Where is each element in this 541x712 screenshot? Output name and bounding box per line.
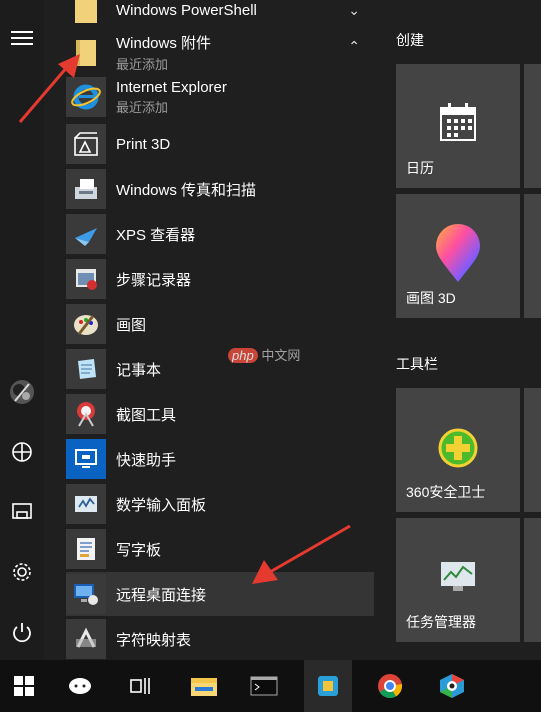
remote-desktop-icon	[66, 574, 106, 614]
app-remote-desktop-connection[interactable]: 远程桌面连接	[66, 572, 374, 616]
browser-icon[interactable]	[428, 660, 476, 712]
chrome-icon[interactable]	[366, 660, 414, 712]
app-notepad[interactable]: 记事本	[66, 347, 374, 391]
quick-assist-icon	[66, 439, 106, 479]
start-icon[interactable]	[0, 660, 48, 712]
folder-icon	[66, 0, 106, 30]
tile-partial[interactable]	[524, 518, 541, 642]
tile-label: 日历	[406, 160, 434, 176]
app-windows-accessories-folder[interactable]: Windows 附件 最近添加 ⌃	[66, 30, 374, 74]
app-internet-explorer[interactable]: Internet Explorer 最近添加	[66, 75, 374, 119]
snipping-tool-icon	[66, 394, 106, 434]
app-snipping-tool[interactable]: 截图工具	[66, 392, 374, 436]
tile-label: 任务管理器	[406, 614, 476, 630]
fax-icon	[66, 169, 106, 209]
tile-label: 画图 3D	[406, 290, 456, 306]
tile-360-safe[interactable]: 360安全卫士	[396, 388, 520, 512]
app-name: 远程桌面连接	[116, 586, 207, 604]
paint-3d-icon	[436, 224, 480, 282]
tile-label: 360安全卫士	[406, 484, 486, 500]
tile-partial[interactable]	[524, 64, 541, 188]
settings-icon[interactable]	[0, 552, 44, 592]
app-name: Windows 附件	[116, 34, 212, 52]
math-input-icon	[66, 484, 106, 524]
menu-icon[interactable]	[0, 18, 44, 58]
app-name: 记事本	[116, 361, 162, 379]
character-map-icon	[66, 619, 106, 659]
app-name: Windows PowerShell	[116, 1, 257, 19]
app-quick-assist[interactable]: 快速助手	[66, 437, 374, 481]
folder-icon	[66, 32, 106, 72]
power-icon[interactable]	[0, 612, 44, 652]
tile-group-create: 创建	[396, 32, 424, 48]
app-print-3d[interactable]: Print 3D	[66, 122, 374, 166]
paint-icon	[66, 304, 106, 344]
chevron-up-icon: ⌃	[348, 38, 360, 54]
task-view-icon[interactable]	[116, 660, 164, 712]
internet-explorer-icon	[66, 77, 106, 117]
start-rail	[0, 0, 44, 660]
app-icon[interactable]	[304, 660, 352, 712]
steps-recorder-icon	[66, 259, 106, 299]
app-name: Internet Explorer	[116, 78, 227, 96]
app-name: 写字板	[116, 541, 162, 559]
app-math-input-panel[interactable]: 数学输入面板	[66, 482, 374, 526]
app-xps-viewer[interactable]: XPS 查看器	[66, 212, 374, 256]
app-windows-powershell[interactable]: Windows PowerShell ⌄	[66, 0, 374, 32]
tile-paint-3d[interactable]: 画图 3D	[396, 194, 520, 318]
taskbar	[0, 660, 541, 712]
watermark: php 中文网	[228, 345, 300, 364]
app-name: 字符映射表	[116, 631, 192, 649]
app-name: XPS 查看器	[116, 226, 196, 244]
notepad-icon	[66, 349, 106, 389]
chevron-down-icon: ⌄	[348, 1, 360, 18]
wordpad-icon	[66, 529, 106, 569]
app-name: Windows 传真和扫描	[116, 181, 257, 199]
tile-partial[interactable]	[524, 388, 541, 512]
app-wordpad[interactable]: 写字板	[66, 527, 374, 571]
tile-partial[interactable]	[524, 194, 541, 318]
app-name: 截图工具	[116, 406, 177, 424]
cortana-icon[interactable]	[56, 660, 104, 712]
tile-calendar[interactable]: 日历	[396, 64, 520, 188]
documents-icon[interactable]	[0, 432, 44, 472]
app-list: Windows PowerShell ⌄ Windows 附件 最近添加 ⌃ I…	[44, 0, 380, 660]
app-name: 画图	[116, 316, 147, 334]
360-safe-icon	[438, 428, 478, 468]
app-character-map[interactable]: 字符映射表	[66, 617, 374, 660]
app-name: 快速助手	[116, 451, 177, 469]
app-name: 数学输入面板	[116, 496, 207, 514]
app-paint[interactable]: 画图	[66, 302, 374, 346]
calendar-icon	[440, 103, 476, 141]
app-name: Print 3D	[116, 135, 171, 153]
app-windows-fax-scan[interactable]: Windows 传真和扫描	[66, 167, 374, 211]
cmd-icon[interactable]	[240, 660, 288, 712]
recently-added-label: 最近添加	[116, 99, 169, 115]
app-steps-recorder[interactable]: 步骤记录器	[66, 257, 374, 301]
file-explorer-icon[interactable]	[180, 660, 228, 712]
tiles-area: 创建 日历 画图 3D 工具栏 360安全卫士 任务管理器	[380, 0, 541, 660]
tile-task-manager[interactable]: 任务管理器	[396, 518, 520, 642]
app-name: 步骤记录器	[116, 271, 192, 289]
xps-viewer-icon	[66, 214, 106, 254]
avatar[interactable]	[0, 372, 44, 412]
print-3d-icon	[66, 124, 106, 164]
tile-group-toolbar: 工具栏	[396, 356, 438, 372]
recently-added-label: 最近添加	[116, 56, 169, 72]
task-manager-icon	[441, 562, 475, 591]
pictures-icon[interactable]	[0, 492, 44, 532]
